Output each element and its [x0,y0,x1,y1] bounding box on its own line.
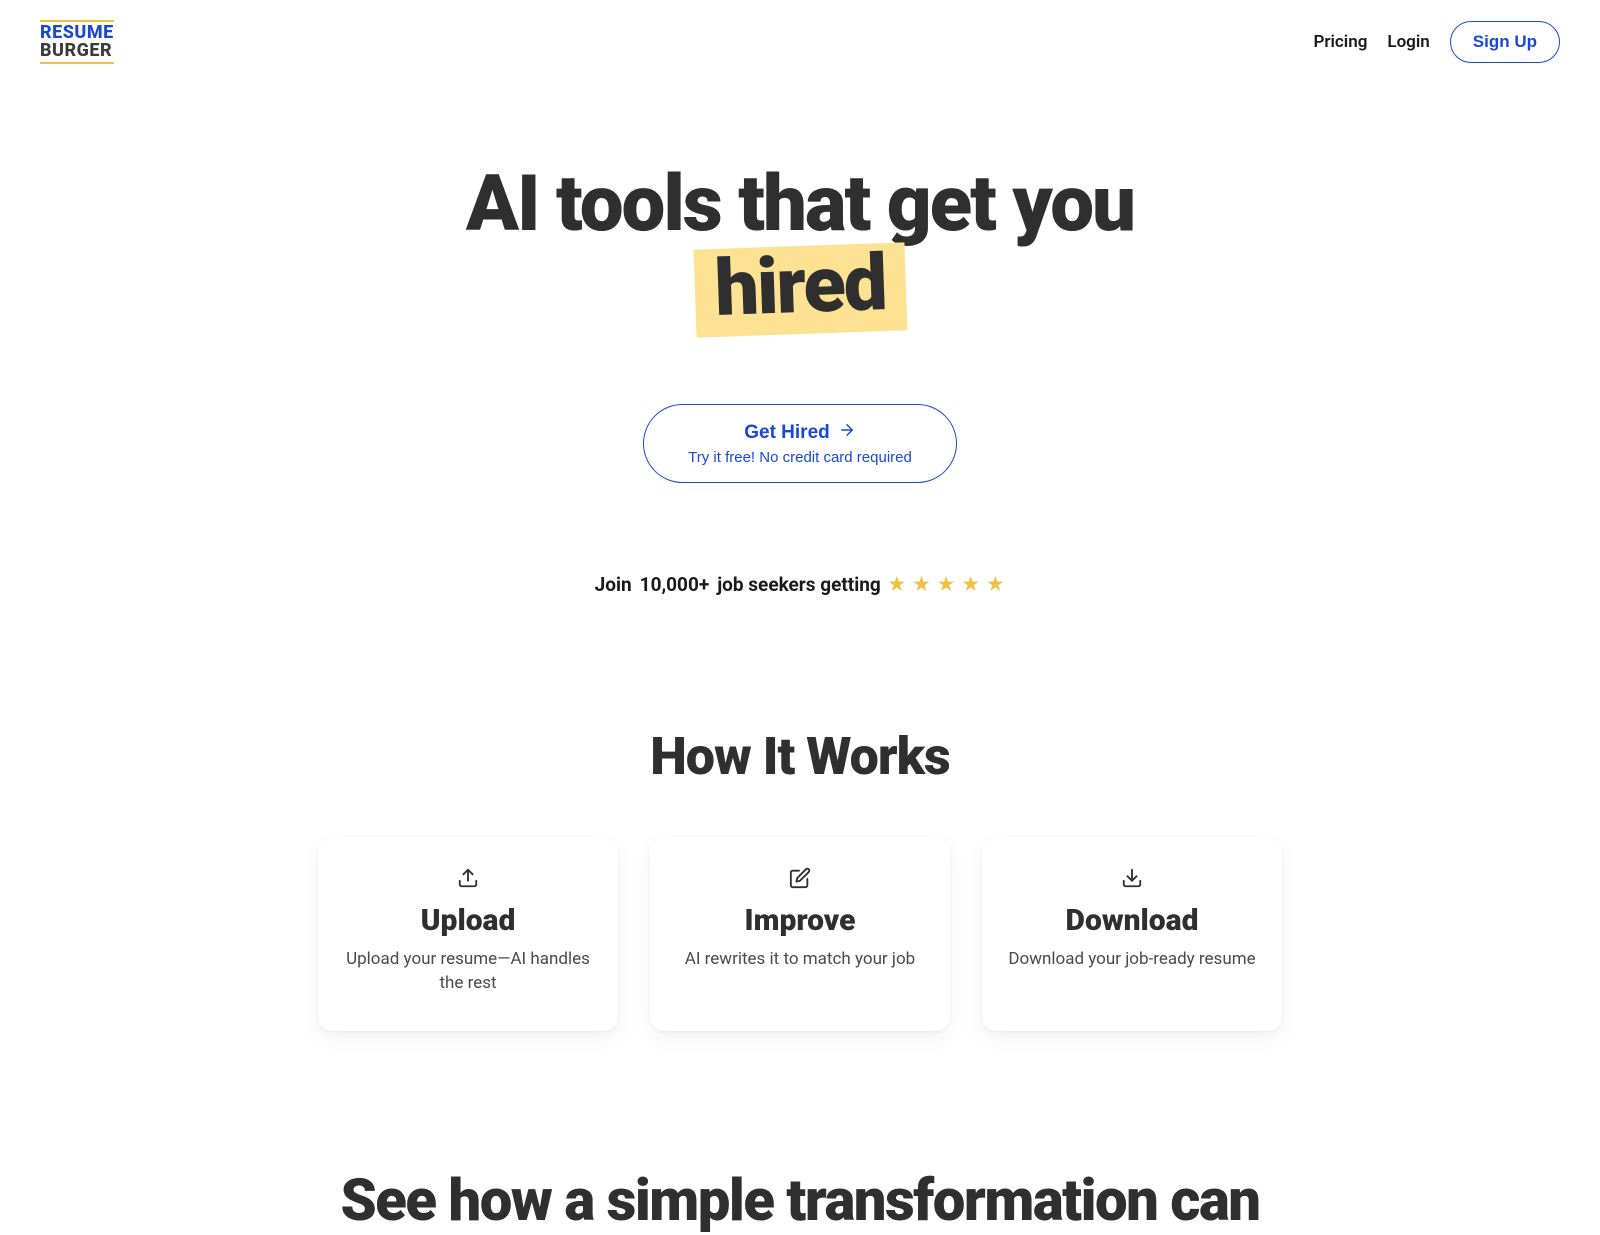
card-download: Download Download your job-ready resume [982,837,1282,1032]
hero-heading: AI tools that get you hired [40,164,1560,334]
hero-line1: AI tools that get you [466,159,1134,250]
logo-top: RESUME [40,20,114,42]
star-rating-icon: ★ ★ ★ ★ ★ [889,574,1006,595]
cards-row: Upload Upload your resume—AI handles the… [40,837,1560,1032]
card-upload: Upload Upload your resume—AI handles the… [318,837,618,1032]
hero: AI tools that get you hired Get Hired Tr… [0,164,1600,596]
cta-main-row: Get Hired [744,421,856,445]
get-hired-button[interactable]: Get Hired Try it free! No credit card re… [643,404,957,483]
card-title: Improve [676,903,924,938]
upload-icon [344,867,592,893]
card-desc: AI rewrites it to match your job [676,948,924,972]
transform-heading: See how a simple transformation can [80,1171,1520,1232]
header: RESUME BURGER Pricing Login Sign Up [0,0,1600,84]
how-heading: How It Works [40,726,1560,787]
edit-icon [676,867,924,893]
card-title: Download [1008,903,1256,938]
social-join: Join [595,573,632,596]
social-count: 10,000+ [640,573,710,596]
download-icon [1008,867,1256,893]
card-title: Upload [344,903,592,938]
social-proof: Join 10,000+ job seekers getting ★ ★ ★ ★… [40,573,1560,596]
nav-pricing[interactable]: Pricing [1313,32,1367,52]
logo-bottom: BURGER [40,42,114,64]
nav-login[interactable]: Login [1387,32,1429,52]
signup-button[interactable]: Sign Up [1450,21,1560,63]
cta-main-label: Get Hired [744,422,830,444]
logo[interactable]: RESUME BURGER [40,20,114,64]
card-desc: Download your job-ready resume [1008,948,1256,972]
cta-sub-label: Try it free! No credit card required [688,449,912,466]
card-desc: Upload your resume—AI handles the rest [344,948,592,996]
card-improve: Improve AI rewrites it to match your job [650,837,950,1032]
how-it-works: How It Works Upload Upload your resume—A… [0,726,1600,1032]
transform-section: See how a simple transformation can [0,1171,1600,1232]
hero-highlight: hired [693,242,907,337]
nav: Pricing Login Sign Up [1313,21,1560,63]
social-tail: job seekers getting [717,573,881,596]
arrow-right-icon [838,421,856,445]
